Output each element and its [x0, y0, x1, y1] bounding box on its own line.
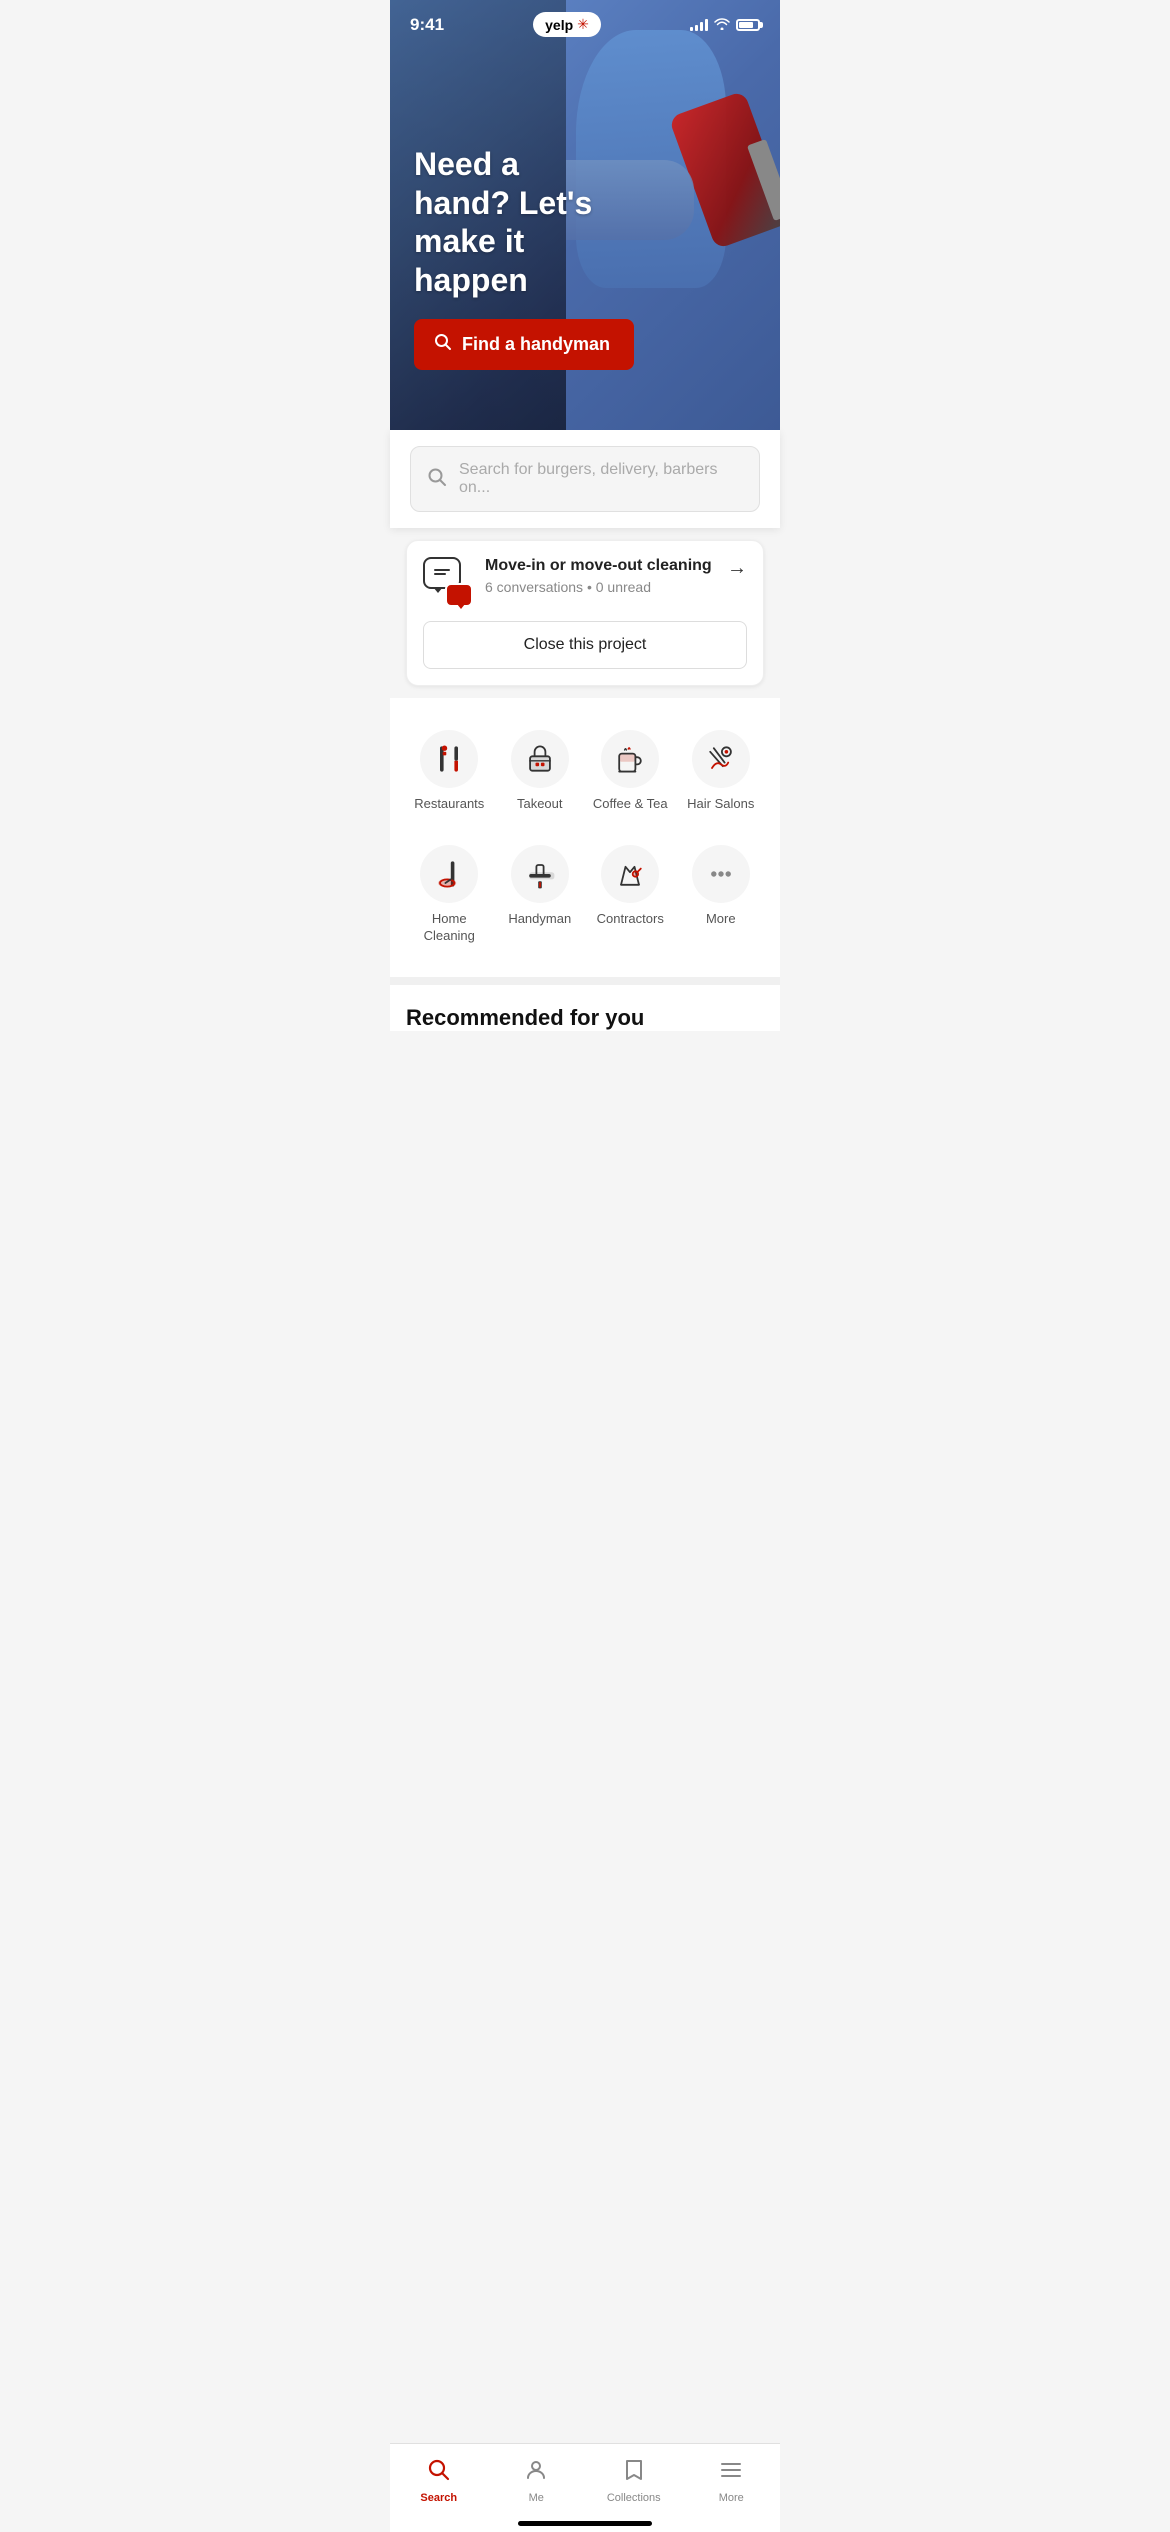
- yelp-logo: yelp ✳: [533, 12, 601, 37]
- nav-search[interactable]: Search: [390, 2454, 488, 2508]
- battery-icon: [736, 19, 760, 31]
- coffee-tea-label: Coffee & Tea: [593, 796, 668, 813]
- project-card: Move-in or move-out cleaning 6 conversat…: [406, 540, 764, 686]
- find-handyman-button[interactable]: Find a handyman: [414, 319, 634, 370]
- contractors-icon-wrap: [601, 845, 659, 903]
- categories-section: Restaurants Takeout: [390, 698, 780, 977]
- bottom-nav: Search Me Collections More: [390, 2443, 780, 2532]
- search-section: Search for burgers, delivery, barbers on…: [390, 430, 780, 528]
- nav-collections[interactable]: Collections: [585, 2454, 683, 2508]
- category-handyman[interactable]: Handyman: [497, 833, 584, 957]
- collections-nav-icon: [622, 2458, 646, 2488]
- takeout-icon-wrap: [511, 730, 569, 788]
- signal-icon: [690, 19, 708, 31]
- home-cleaning-label: Home Cleaning: [410, 911, 489, 945]
- category-takeout[interactable]: Takeout: [497, 718, 584, 825]
- handyman-icon-wrap: [511, 845, 569, 903]
- restaurants-label: Restaurants: [414, 796, 484, 813]
- more-nav-icon: [719, 2458, 743, 2488]
- arrow-right-icon: →: [727, 557, 747, 580]
- category-home-cleaning[interactable]: Home Cleaning: [406, 833, 493, 957]
- find-handyman-label: Find a handyman: [462, 334, 610, 355]
- recommended-title: Recommended for you: [406, 1005, 764, 1031]
- search-icon: [427, 467, 447, 492]
- me-nav-icon: [524, 2458, 548, 2488]
- handyman-label: Handyman: [508, 911, 571, 928]
- recommended-section: Recommended for you: [390, 977, 780, 1031]
- chat-icon: [423, 557, 473, 607]
- takeout-label: Takeout: [517, 796, 563, 813]
- category-contractors[interactable]: Contractors: [587, 833, 674, 957]
- project-meta: 6 conversations • 0 unread: [485, 579, 712, 595]
- category-more[interactable]: More: [678, 833, 765, 957]
- categories-grid: Restaurants Takeout: [406, 718, 764, 957]
- status-bar: 9:41 yelp ✳: [390, 0, 780, 45]
- yelp-star-icon: ✳: [577, 16, 589, 33]
- category-coffee-tea[interactable]: Coffee & Tea: [587, 718, 674, 825]
- project-text: Move-in or move-out cleaning 6 conversat…: [485, 557, 712, 595]
- home-cleaning-icon-wrap: [420, 845, 478, 903]
- search-icon: [434, 333, 452, 356]
- wifi-icon: [714, 17, 730, 33]
- hero-section: 9:41 yelp ✳: [390, 0, 780, 430]
- more-nav-label: More: [719, 2492, 744, 2504]
- chat-bubble-sub: [445, 583, 473, 607]
- project-info: Move-in or move-out cleaning 6 conversat…: [423, 557, 712, 607]
- search-input[interactable]: Search for burgers, delivery, barbers on…: [459, 461, 743, 497]
- project-title: Move-in or move-out cleaning: [485, 557, 712, 575]
- search-bar[interactable]: Search for burgers, delivery, barbers on…: [410, 446, 760, 512]
- status-icons: [690, 17, 760, 33]
- nav-more[interactable]: More: [683, 2454, 781, 2508]
- more-icon-wrap: [692, 845, 750, 903]
- more-categories-label: More: [706, 911, 736, 928]
- restaurants-icon-wrap: [420, 730, 478, 788]
- category-restaurants[interactable]: Restaurants: [406, 718, 493, 825]
- hero-title: Need a hand? Let's make it happen: [414, 145, 610, 299]
- yelp-logo-text: yelp: [545, 17, 573, 33]
- contractors-label: Contractors: [597, 911, 664, 928]
- close-project-button[interactable]: Close this project: [423, 621, 747, 669]
- nav-me[interactable]: Me: [488, 2454, 586, 2508]
- search-nav-label: Search: [420, 2492, 457, 2504]
- project-header: Move-in or move-out cleaning 6 conversat…: [423, 557, 747, 607]
- hair-salons-label: Hair Salons: [687, 796, 754, 813]
- status-time: 9:41: [410, 15, 444, 35]
- hair-salons-icon-wrap: [692, 730, 750, 788]
- hero-content: Need a hand? Let's make it happen Find a…: [414, 145, 610, 370]
- collections-nav-label: Collections: [607, 2492, 661, 2504]
- home-indicator: [518, 2521, 652, 2526]
- coffee-icon-wrap: [601, 730, 659, 788]
- search-nav-icon: [427, 2458, 451, 2488]
- category-hair-salons[interactable]: Hair Salons: [678, 718, 765, 825]
- me-nav-label: Me: [529, 2492, 544, 2504]
